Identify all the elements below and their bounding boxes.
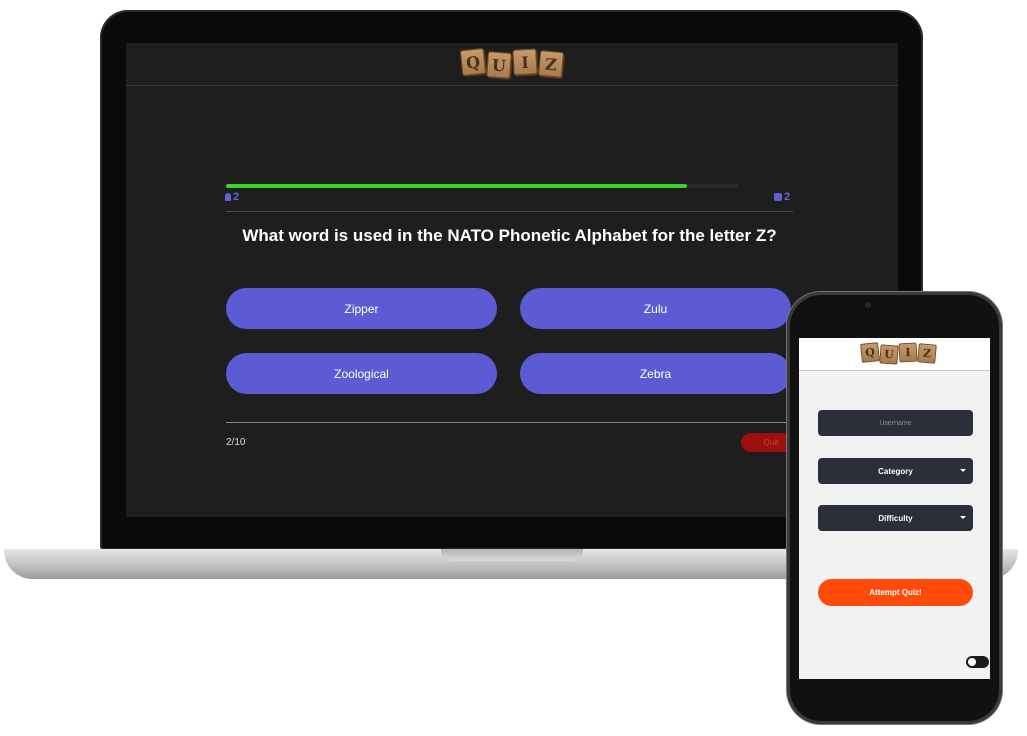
logo-tile: Z [917, 343, 937, 364]
skips-stat: 2 [774, 191, 790, 203]
answer-button[interactable]: Zebra [520, 353, 791, 394]
question-counter: 2/10 [226, 437, 246, 448]
answer-button[interactable]: Zipper [226, 288, 497, 329]
answer-button[interactable]: Zoological [226, 353, 497, 394]
quiz-logo: Q U I Z [860, 342, 937, 365]
hints-count: 2 [233, 191, 240, 203]
skips-count: 2 [784, 191, 791, 203]
quiz-progress-fill [226, 184, 687, 188]
square-icon [774, 193, 782, 201]
laptop-header: Q U I Z [126, 43, 898, 86]
category-select[interactable]: Category [818, 458, 973, 484]
logo-tile: Z [537, 50, 565, 78]
toggle-knob [968, 658, 976, 666]
hints-stat: 2 [225, 191, 239, 203]
laptop-screen: Q U I Z 2 2 What word is used in the NAT… [126, 43, 898, 517]
chevron-down-icon [960, 469, 966, 472]
difficulty-select[interactable]: Difficulty [818, 505, 973, 531]
quiz-logo: Q U I Z [459, 47, 565, 79]
bottom-divider [226, 422, 793, 423]
attempt-quiz-button[interactable]: Attempt Quiz! [818, 579, 973, 606]
theme-toggle[interactable] [966, 656, 989, 668]
difficulty-label: Difficulty [878, 513, 913, 523]
camera-icon [865, 302, 871, 308]
logo-tile: U [486, 51, 512, 79]
chevron-down-icon [960, 516, 966, 519]
logo-tile: I [512, 48, 538, 76]
logo-tile: U [879, 344, 899, 365]
question-text: What word is used in the NATO Phonetic A… [242, 226, 777, 245]
answer-button[interactable]: Zulu [520, 288, 791, 329]
category-label: Category [878, 466, 913, 476]
logo-tile: I [898, 342, 918, 363]
phone-header: Q U I Z [799, 338, 990, 371]
logo-tile: Q [860, 342, 880, 363]
phone-screen: Q U I Z Category Difficulty Attempt Quiz… [799, 338, 990, 679]
logo-tile: Q [459, 47, 487, 77]
quiz-progress-bar [226, 184, 738, 188]
top-divider [226, 211, 793, 212]
lightbulb-icon [225, 193, 231, 201]
username-input[interactable] [818, 410, 973, 436]
laptop-notch [441, 549, 583, 561]
